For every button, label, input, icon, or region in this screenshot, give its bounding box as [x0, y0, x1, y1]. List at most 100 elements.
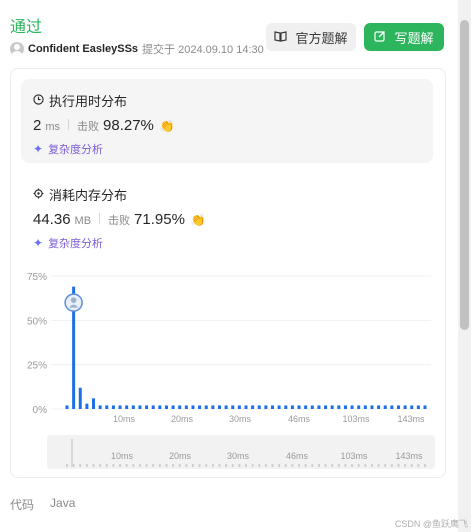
chart-bar — [317, 405, 321, 409]
chart-bar — [138, 405, 142, 409]
navigator-bar — [410, 464, 413, 467]
chart-bar — [237, 405, 241, 409]
navigator-bar — [99, 464, 102, 467]
write-solution-label: 写题解 — [394, 30, 434, 46]
navigator-bar — [351, 464, 354, 467]
navigator-bar — [251, 464, 254, 467]
navigator-bar — [311, 464, 314, 467]
chart-bar — [264, 405, 268, 409]
x-tick-label: 46ms — [288, 414, 311, 424]
navigator-bar — [105, 464, 108, 467]
official-solution-button[interactable]: 官方题解 — [266, 23, 356, 51]
chart-bar — [98, 405, 102, 409]
runtime-section[interactable]: 执行用时分布 2 ms 击败 98.27% 👏 ✦ 复杂度分析 — [21, 79, 433, 163]
navigator-bar — [72, 464, 75, 467]
navigator-bar — [278, 464, 281, 467]
runtime-stats: 2 ms 击败 98.27% 👏 — [33, 117, 175, 134]
watermark: CSDN @鱼跃鹰飞 — [394, 519, 468, 529]
submission-header: 通过 Confident EasleySSs 提交于 2024.09.10 14… — [10, 18, 460, 58]
chart-bar — [370, 405, 374, 409]
chart-bar — [423, 405, 427, 409]
memory-beat-label: 击败 — [108, 215, 131, 227]
submission-meta: Confident EasleySSs 提交于 2024.09.10 14:30 — [10, 41, 264, 57]
memory-complexity-link[interactable]: ✦ 复杂度分析 — [33, 235, 103, 251]
chart-bar — [271, 405, 275, 409]
memory-title-label: 消耗内存分布 — [49, 188, 128, 203]
navigator-bar — [66, 464, 68, 467]
navigator-tick-label: 103ms — [340, 451, 368, 461]
navigator-bar — [238, 464, 241, 467]
clap-icon: 👏 — [159, 119, 175, 133]
chart-bar — [105, 405, 109, 409]
chart-bar — [416, 405, 420, 409]
chart-bar — [403, 405, 407, 409]
runtime-complexity-label: 复杂度分析 — [48, 144, 104, 156]
chart-bar — [111, 405, 115, 409]
book-icon — [274, 30, 288, 45]
chart-bar — [204, 405, 208, 409]
navigator-bar — [397, 464, 400, 467]
distribution-chart-svg: 75% 50% 25% 0% 10ms 20ms 30ms 46ms 103ms 143ms 10m… — [27, 272, 435, 469]
x-tick-label: 143ms — [397, 414, 425, 424]
chart-bar — [410, 405, 414, 409]
navigator-tick-label: 20ms — [169, 451, 192, 461]
chart-bar — [184, 405, 188, 409]
chart-bar — [244, 405, 248, 409]
chart-bar — [145, 405, 149, 409]
navigator-bar — [258, 464, 261, 467]
chart-bar — [131, 405, 135, 409]
navigator-bar — [357, 464, 360, 467]
language-label[interactable]: Java — [50, 496, 75, 513]
chart-bar — [337, 405, 341, 409]
chip-icon — [33, 187, 44, 202]
navigator-bar — [324, 464, 327, 467]
chart-bar — [304, 405, 308, 409]
chart-bar — [257, 405, 261, 409]
chart-bar — [396, 405, 400, 409]
scrollbar-thumb[interactable] — [460, 20, 469, 330]
chart-bar — [324, 405, 328, 409]
chart-bar — [310, 405, 314, 409]
chart-bar — [198, 405, 202, 409]
navigator-bar — [92, 464, 95, 467]
sparkle-icon: ✦ — [33, 142, 44, 156]
navigator-bar — [404, 464, 407, 467]
chart-bar — [217, 405, 221, 409]
edit-icon — [374, 30, 386, 45]
official-solution-label: 官方题解 — [295, 30, 348, 46]
navigator-bar — [331, 464, 334, 467]
navigator-bar — [298, 464, 301, 467]
navigator-bar — [370, 464, 373, 467]
chart-bar — [277, 405, 281, 409]
navigator-bar — [231, 464, 234, 467]
chart-bar — [158, 405, 162, 409]
x-tick-label: 10ms — [113, 414, 136, 424]
navigator-bar — [152, 464, 155, 467]
y-tick-label: 0% — [33, 405, 48, 416]
result-card: 执行用时分布 2 ms 击败 98.27% 👏 ✦ 复杂度分析 消耗内存分布 4… — [10, 68, 446, 478]
chart-bar — [85, 403, 89, 409]
navigator-bar — [158, 464, 161, 467]
runtime-complexity-link[interactable]: ✦ 复杂度分析 — [33, 141, 103, 157]
chart-bar — [350, 405, 354, 409]
avatar[interactable] — [10, 42, 24, 56]
navigator-bar — [172, 464, 175, 467]
username[interactable]: Confident EasleySSs — [28, 43, 138, 55]
chart-bar — [92, 398, 96, 409]
chart-bar — [390, 405, 394, 409]
navigator-bar — [85, 464, 88, 467]
navigator-bar — [245, 464, 247, 467]
y-tick-label: 50% — [27, 316, 47, 327]
chart-bar — [65, 405, 69, 409]
memory-complexity-label: 复杂度分析 — [48, 238, 104, 250]
chart-bar — [290, 405, 294, 409]
code-footer: 代码 Java — [10, 496, 75, 513]
distribution-chart[interactable]: 75% 50% 25% 0% 10ms 20ms 30ms 46ms 103ms 143ms 10m… — [11, 259, 445, 477]
scrollbar[interactable] — [458, 0, 471, 532]
submitted-time: 提交于 2024.09.10 14:30 — [142, 44, 264, 56]
chart-bar — [330, 405, 334, 409]
navigator-bar — [178, 464, 181, 467]
write-solution-button[interactable]: 写题解 — [364, 23, 444, 51]
chart-bar — [171, 405, 175, 409]
navigator-bar — [317, 464, 320, 467]
